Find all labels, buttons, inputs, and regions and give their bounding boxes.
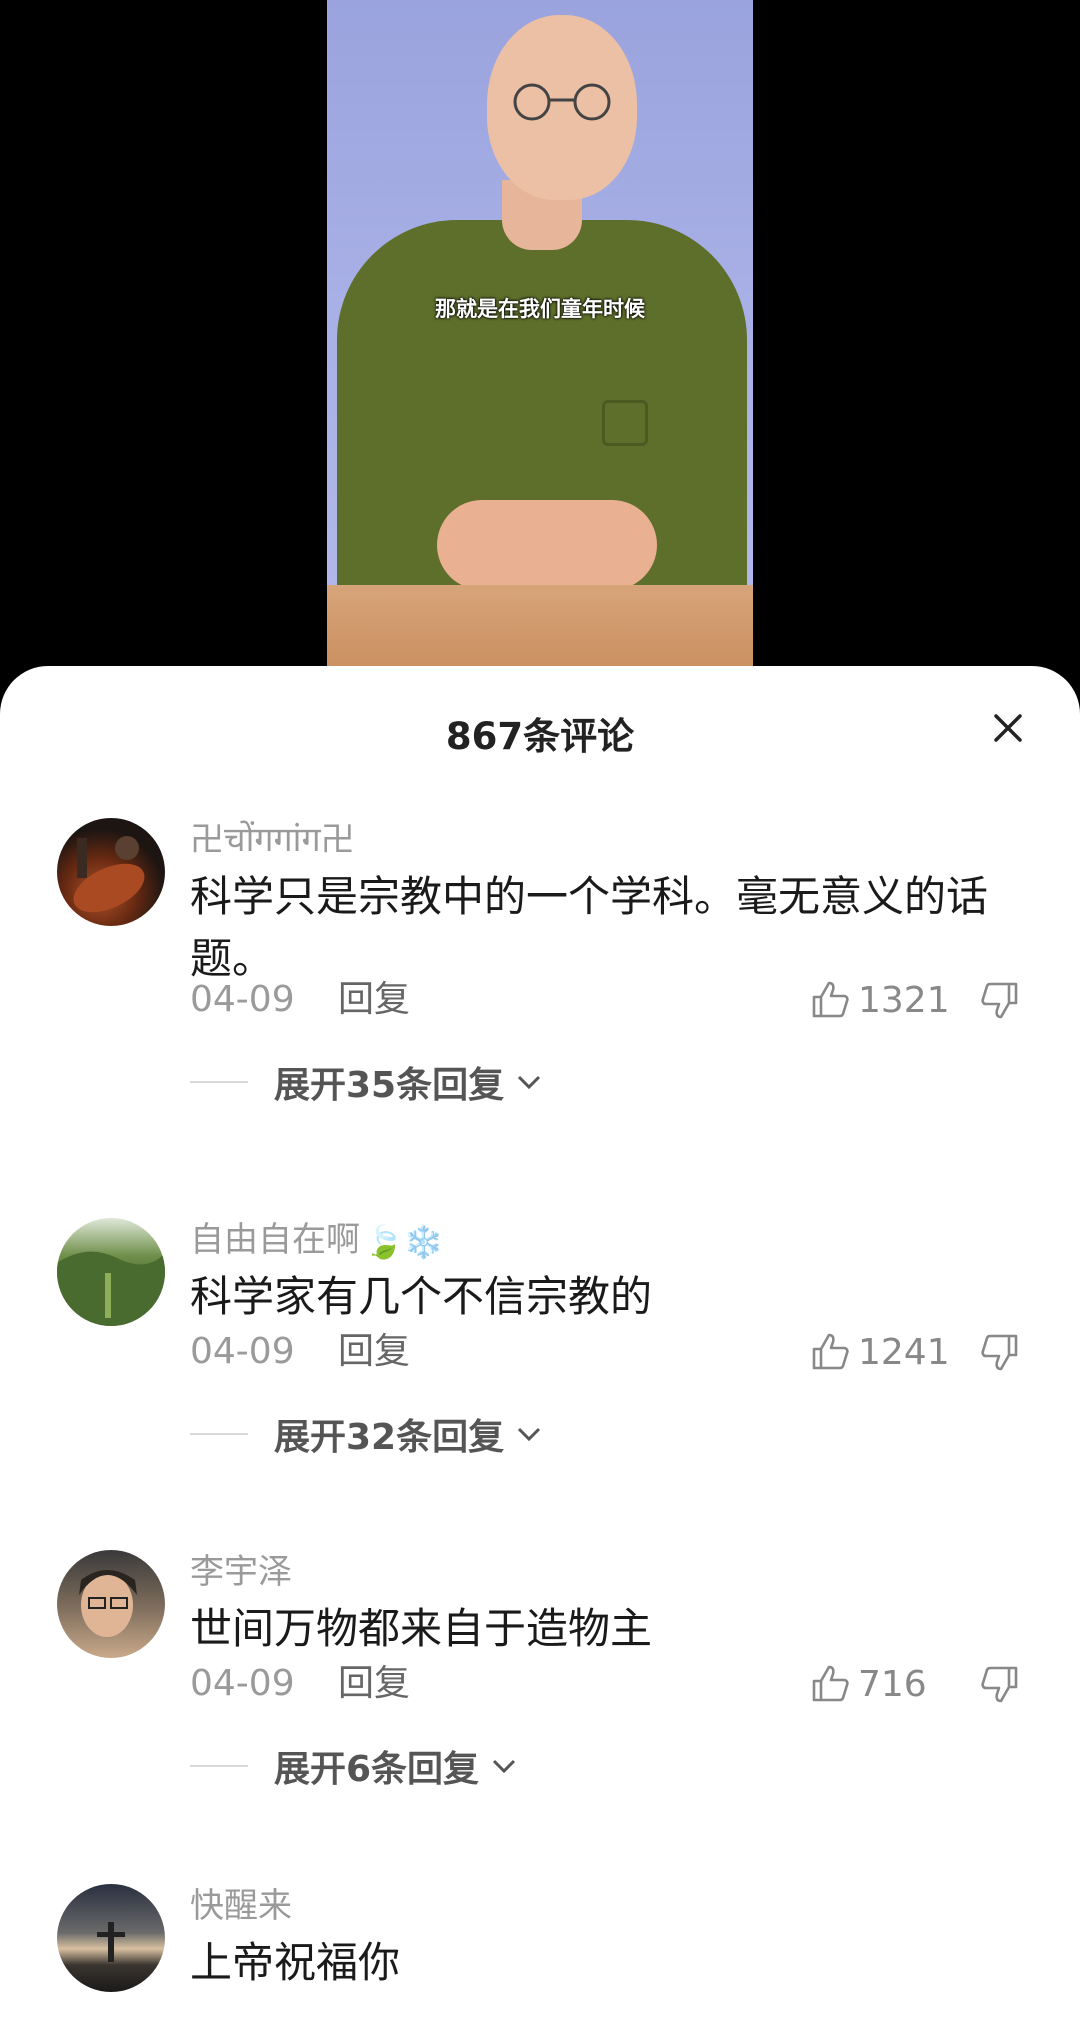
thumbs-up-icon xyxy=(812,1333,849,1370)
username[interactable]: 自由自在啊 🍃❄️ xyxy=(190,1218,444,1264)
avatar[interactable] xyxy=(57,818,165,926)
like-button[interactable]: 1241 xyxy=(808,1330,950,1374)
username[interactable]: 快醒来 xyxy=(190,1884,292,1928)
thumbs-up-icon xyxy=(812,1665,849,1702)
username[interactable]: 李宇泽 xyxy=(190,1550,292,1594)
like-count: 1321 xyxy=(858,979,950,1021)
comment-item: 自由自在啊 🍃❄️ 科学家有几个不信宗教的 04-09 回复 1241 展开32条… xyxy=(0,1218,1080,1468)
expand-replies-label: 展开35条回复 xyxy=(274,1065,505,1106)
close-icon[interactable] xyxy=(986,706,1030,750)
comment-item: 快醒来 上帝祝福你 xyxy=(0,1884,1080,2014)
comment-text: 上帝祝福你 xyxy=(190,1938,401,1987)
like-button[interactable]: 716 xyxy=(808,1662,927,1706)
reply-button[interactable]: 回复 xyxy=(338,978,410,1022)
reply-button[interactable]: 回复 xyxy=(338,1662,410,1706)
thumbs-up-icon xyxy=(812,981,849,1018)
expand-replies-button[interactable]: 展开35条回复 xyxy=(190,1058,544,1106)
expand-replies-label: 展开32条回复 xyxy=(274,1417,505,1458)
thumbs-down-icon[interactable] xyxy=(978,1330,1022,1374)
divider xyxy=(190,1433,248,1435)
comment-item: 李宇泽 世间万物都来自于造物主 04-09 回复 716 展开6条回复 xyxy=(0,1550,1080,1800)
video-frame[interactable] xyxy=(327,0,753,680)
avatar[interactable] xyxy=(57,1550,165,1658)
chevron-down-icon xyxy=(493,1759,516,1774)
comment-count-title: 867条评论 xyxy=(445,715,635,758)
comment-item: 卍चोंगगांग卍 科学只是宗教中的一个学科。毫无意义的话题。 04-09 回… xyxy=(0,818,1080,1118)
avatar[interactable] xyxy=(57,1218,165,1326)
comment-date: 04-09 xyxy=(190,979,295,1020)
expand-replies-label: 展开6条回复 xyxy=(274,1749,480,1790)
divider xyxy=(190,1765,248,1767)
expand-replies-button[interactable]: 展开32条回复 xyxy=(190,1410,544,1458)
comment-date: 04-09 xyxy=(190,1331,295,1372)
avatar[interactable] xyxy=(57,1884,165,1992)
chevron-down-icon xyxy=(518,1427,541,1442)
hands xyxy=(437,500,657,590)
reply-button[interactable]: 回复 xyxy=(338,1330,410,1374)
video-player[interactable]: 那就是在我们童年时候 xyxy=(0,0,1080,680)
like-count: 1241 xyxy=(858,1331,950,1373)
comment-text: 科学家有几个不信宗教的 xyxy=(190,1272,653,1321)
comments-sheet: 867条评论 卍चोंगगांग卍 科学只是宗教中的一个学科。毫无意义的话题。 … xyxy=(0,666,1080,2020)
like-button[interactable]: 1321 xyxy=(808,978,950,1022)
thumbs-down-icon[interactable] xyxy=(978,1662,1022,1706)
glasses-icon xyxy=(513,83,611,121)
like-count: 716 xyxy=(858,1663,927,1705)
expand-replies-button[interactable]: 展开6条回复 xyxy=(190,1742,519,1790)
chevron-down-icon xyxy=(518,1075,541,1090)
username-text: 自由自在啊 xyxy=(190,1220,360,1260)
video-subtitle: 那就是在我们童年时候 xyxy=(435,297,645,321)
comment-date: 04-09 xyxy=(190,1663,295,1704)
username[interactable]: 卍चोंगगांग卍 xyxy=(190,818,355,862)
comment-text: 科学只是宗教中的一个学科。毫无意义的话题。 xyxy=(190,872,989,983)
divider xyxy=(190,1081,248,1083)
thumbs-down-icon[interactable] xyxy=(978,978,1022,1022)
comment-text: 世间万物都来自于造物主 xyxy=(190,1604,653,1653)
leaf-snowflake-emoji-icon: 🍃❄️ xyxy=(364,1222,444,1261)
